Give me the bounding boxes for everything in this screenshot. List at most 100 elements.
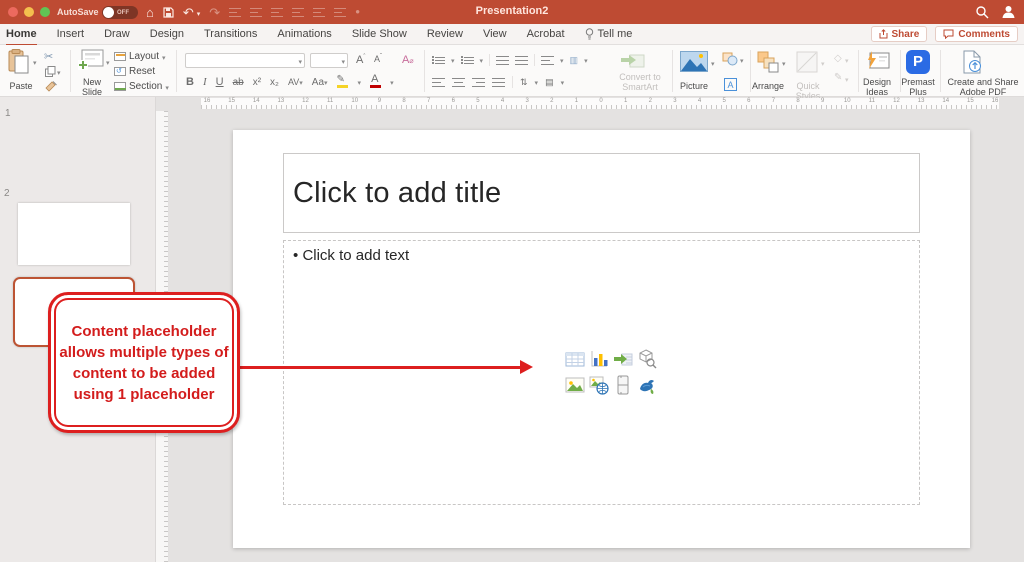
insert-smartart-icon[interactable]	[613, 349, 633, 369]
picture-dropdown-caret[interactable]	[711, 58, 715, 68]
content-placeholder[interactable]: • Click to add text	[283, 240, 920, 505]
ruler-number: 8	[402, 98, 405, 104]
picture-icon	[680, 51, 708, 72]
quick-styles-dropdown-caret	[821, 58, 825, 68]
adobe-pdf-label: Create and Share Adobe PDF	[944, 77, 1022, 98]
decrease-font-size-button[interactable]: Aˇ	[374, 54, 382, 64]
section-button[interactable]: Section	[114, 81, 169, 92]
align-center-icon[interactable]	[452, 78, 465, 87]
insert-3d-model-icon[interactable]	[637, 349, 657, 369]
ruler-number: 2	[550, 98, 553, 104]
align-left-icon[interactable]	[432, 78, 445, 87]
superscript-button[interactable]: x²	[253, 77, 261, 88]
tab-insert[interactable]: Insert	[57, 25, 85, 44]
new-slide-dropdown-caret[interactable]	[106, 57, 110, 67]
arrange-dropdown-caret[interactable]	[782, 58, 786, 68]
tab-home[interactable]: Home	[6, 25, 37, 44]
subscript-button[interactable]: x₂	[270, 77, 279, 88]
increase-indent-icon[interactable]	[515, 56, 528, 65]
paste-dropdown-caret[interactable]	[33, 57, 37, 67]
ruler-number: 4	[501, 98, 504, 104]
slide-1-number: 1	[5, 108, 11, 119]
copy-icon[interactable]	[45, 66, 56, 77]
increase-font-size-button[interactable]: Aˆ	[356, 54, 365, 66]
ruler-number: 7	[427, 98, 430, 104]
account-avatar-icon[interactable]	[1001, 4, 1016, 19]
design-ideas-label: Design Ideas	[856, 77, 898, 98]
tab-view[interactable]: View	[483, 25, 507, 44]
slide-1-thumbnail[interactable]	[18, 203, 130, 265]
ruler-number: 0	[599, 98, 602, 104]
insert-video-icon[interactable]	[613, 375, 633, 395]
highlight-dropdown-caret[interactable]	[358, 77, 362, 87]
design-ideas-button[interactable]	[866, 51, 890, 71]
lightbulb-icon	[585, 28, 594, 40]
shapes-icon[interactable]	[722, 52, 738, 66]
text-direction-icon[interactable]: ⇅	[520, 77, 528, 88]
premast-plus-icon[interactable]: P	[906, 50, 930, 74]
new-slide-button[interactable]	[78, 49, 104, 71]
italic-button[interactable]: I	[203, 76, 207, 88]
cut-icon[interactable]: ✂	[44, 50, 53, 63]
reset-button[interactable]: ↺ Reset	[114, 66, 155, 77]
text-box-button[interactable]: A	[724, 78, 737, 91]
insert-icons-icon[interactable]	[637, 375, 657, 395]
search-icon[interactable]	[975, 5, 989, 19]
paste-button[interactable]	[8, 49, 30, 75]
tab-animations[interactable]: Animations	[277, 25, 331, 44]
font-size-combobox[interactable]	[310, 53, 348, 68]
font-name-combobox[interactable]	[185, 53, 305, 68]
shapes-dropdown-caret[interactable]	[740, 55, 744, 65]
annotation-callout: Content placeholder allows multiple type…	[48, 292, 240, 433]
insert-online-pictures-icon[interactable]	[589, 375, 609, 395]
picture-button[interactable]	[680, 51, 708, 72]
title-placeholder[interactable]: Click to add title	[283, 153, 920, 233]
paste-clipboard-icon	[8, 49, 30, 75]
slide-editing-area[interactable]: Click to add title • Click to add text	[233, 130, 970, 548]
justify-icon[interactable]	[492, 78, 505, 87]
bold-button[interactable]: B	[186, 76, 194, 88]
font-color-dropdown-caret[interactable]	[390, 77, 394, 87]
underline-button[interactable]: U	[216, 76, 224, 88]
tab-acrobat[interactable]: Acrobat	[527, 25, 565, 44]
strikethrough-button[interactable]: ab	[233, 77, 244, 88]
format-painter-icon[interactable]	[45, 81, 57, 93]
align-text-icon[interactable]: ▤	[545, 77, 554, 88]
arrange-button[interactable]	[757, 51, 779, 73]
ruler-number: 16	[992, 98, 999, 104]
clear-formatting-button[interactable]: A⌀	[402, 54, 414, 66]
shape-outline-caret	[845, 74, 849, 84]
slide-canvas: Click to add title • Click to add text	[169, 111, 1024, 562]
change-case-button[interactable]: Aa	[312, 77, 328, 88]
bullet-list-icon[interactable]	[432, 56, 445, 65]
tab-tell-me[interactable]: Tell me	[585, 25, 633, 44]
tab-slide-show[interactable]: Slide Show	[352, 25, 407, 44]
create-share-adobe-pdf-button[interactable]	[962, 50, 982, 74]
line-spacing-icon[interactable]	[541, 56, 554, 65]
ruler-number: 12	[893, 98, 900, 104]
ruler-number: 15	[967, 98, 974, 104]
quick-styles-button	[796, 51, 818, 73]
powerpoint-window: AutoSave OFF ⌂ ↶ ↷ ● Presentation2	[0, 0, 1024, 562]
font-color-button[interactable]: A	[370, 76, 381, 88]
text-highlight-button[interactable]: ✎	[337, 76, 349, 88]
tab-transitions[interactable]: Transitions	[204, 25, 257, 44]
insert-table-icon[interactable]	[565, 349, 585, 369]
tab-draw[interactable]: Draw	[104, 25, 130, 44]
new-slide-icon	[78, 49, 104, 71]
copy-dropdown-caret[interactable]	[57, 67, 61, 77]
ruler-number: 2	[649, 98, 652, 104]
comments-button[interactable]: Comments	[935, 26, 1018, 42]
decrease-indent-icon[interactable]	[496, 56, 509, 65]
share-button[interactable]: Share	[871, 26, 928, 42]
insert-picture-icon[interactable]	[565, 375, 585, 395]
tab-review[interactable]: Review	[427, 25, 463, 44]
ruler-number: 12	[302, 98, 309, 104]
numbered-list-icon[interactable]	[461, 56, 474, 65]
character-spacing-button[interactable]: AV	[288, 77, 303, 87]
insert-chart-icon[interactable]	[589, 349, 609, 369]
align-right-icon[interactable]	[472, 78, 485, 87]
layout-button[interactable]: Layout	[114, 51, 166, 62]
tab-design[interactable]: Design	[150, 25, 184, 44]
columns-icon[interactable]: ▥	[570, 55, 579, 66]
